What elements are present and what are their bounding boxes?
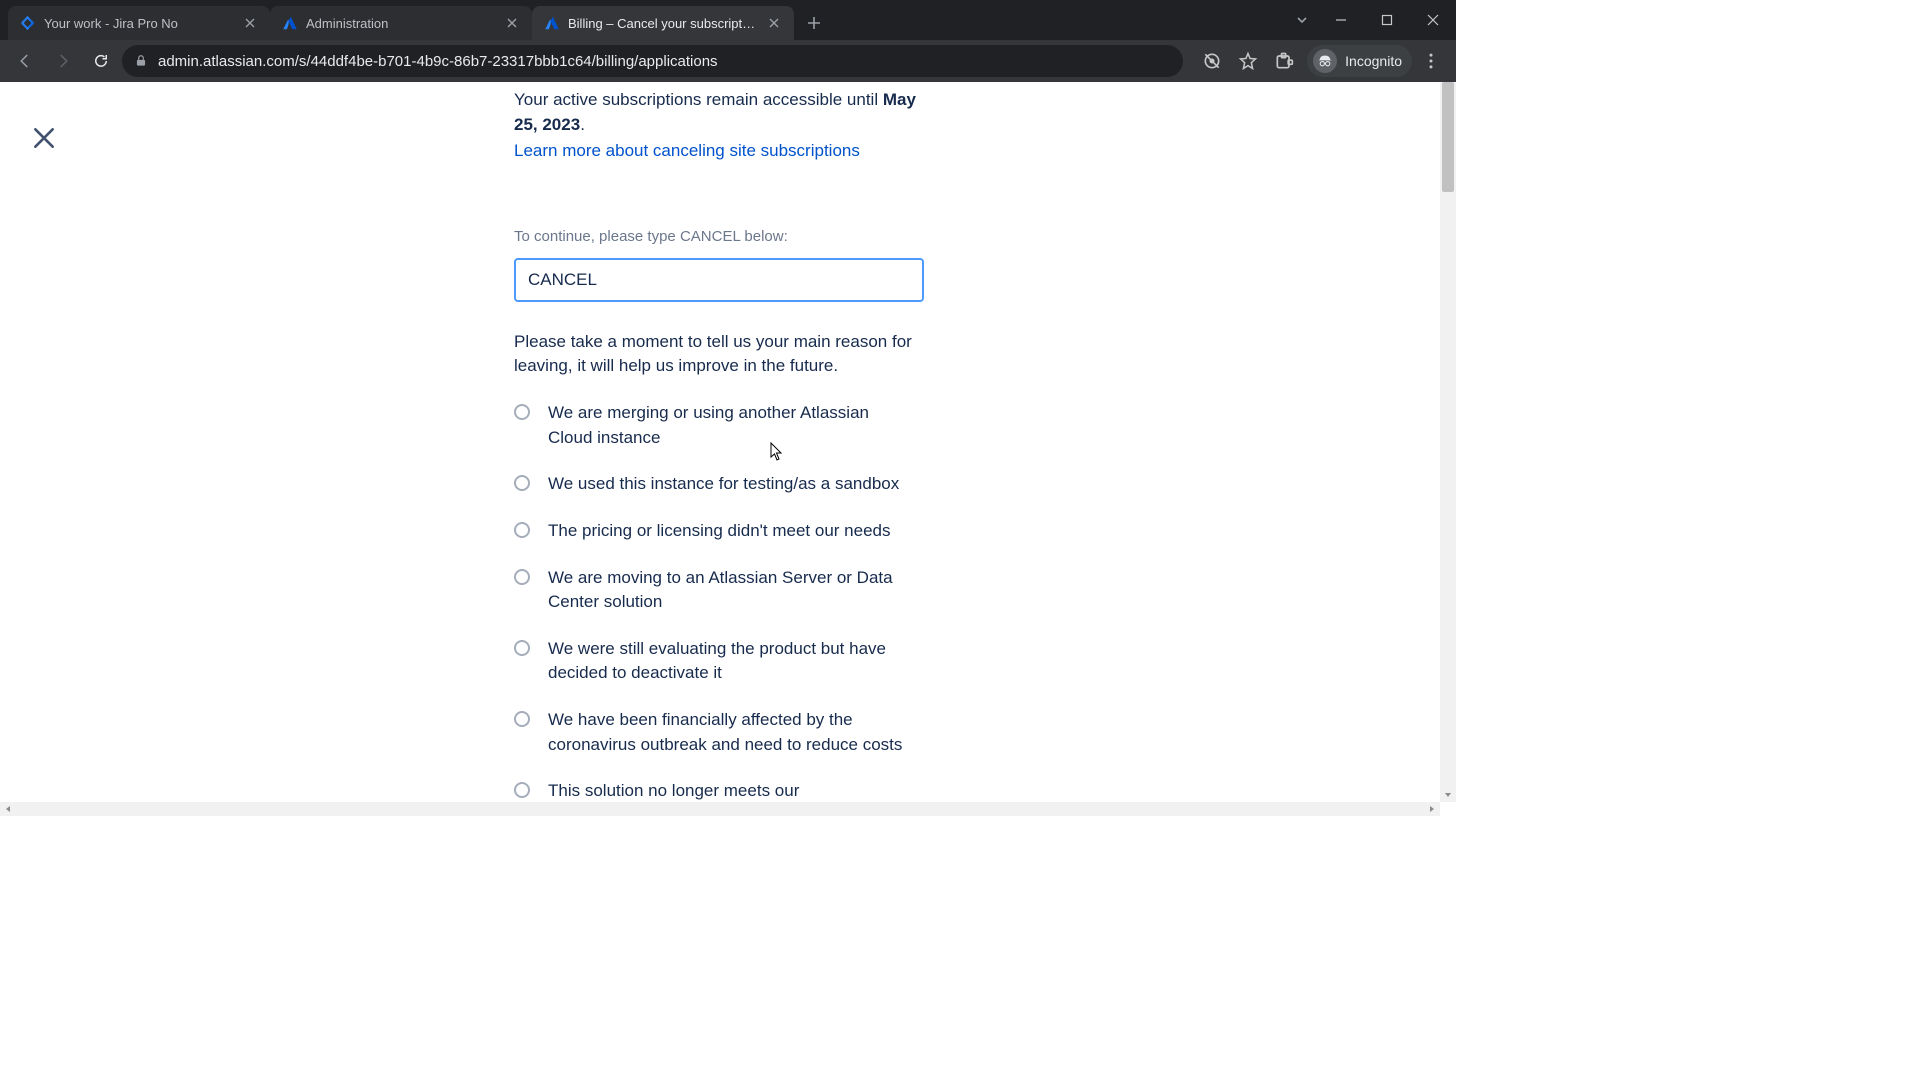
reason-label: We are merging or using another Atlassia… xyxy=(548,401,908,450)
tab-title: Your work - Jira Pro No xyxy=(44,16,234,31)
confirm-input[interactable] xyxy=(514,258,924,302)
reason-label: We used this instance for testing/as a s… xyxy=(548,472,899,497)
reason-option[interactable]: We have been financially affected by the… xyxy=(514,708,924,757)
incognito-indicator[interactable]: Incognito xyxy=(1307,45,1412,77)
browser-chrome: Your work - Jira Pro No Administration B… xyxy=(0,0,1456,82)
tab-close-icon[interactable] xyxy=(504,15,520,31)
nav-forward-button[interactable] xyxy=(46,44,80,78)
tab-administration[interactable]: Administration xyxy=(270,6,532,40)
intro-text: Your active subscriptions remain accessi… xyxy=(514,88,924,137)
tab-title: Billing – Cancel your subscription xyxy=(568,16,758,31)
lock-icon xyxy=(134,54,148,68)
url-input[interactable] xyxy=(158,53,1171,70)
incognito-icon xyxy=(1313,49,1337,73)
scroll-right-arrow-icon[interactable] xyxy=(1424,802,1440,816)
intro-prefix: Your active subscriptions remain accessi… xyxy=(514,90,883,109)
reason-label: We have been financially affected by the… xyxy=(548,708,908,757)
reason-option[interactable]: We used this instance for testing/as a s… xyxy=(514,472,924,497)
reason-option[interactable]: The pricing or licensing didn't meet our… xyxy=(514,519,924,544)
window-maximize-button[interactable] xyxy=(1364,3,1410,37)
radio-icon xyxy=(514,640,530,656)
scroll-down-arrow-icon[interactable] xyxy=(1440,788,1456,802)
browser-toolbar: Incognito xyxy=(0,40,1456,82)
vertical-scrollbar[interactable] xyxy=(1440,82,1456,802)
radio-icon xyxy=(514,475,530,491)
scrollbar-thumb[interactable] xyxy=(1442,82,1454,192)
radio-icon xyxy=(514,711,530,727)
radio-icon xyxy=(514,522,530,538)
tab-strip: Your work - Jira Pro No Administration B… xyxy=(0,0,1456,40)
tab-overflow-icon[interactable] xyxy=(1286,13,1318,27)
new-tab-button[interactable] xyxy=(800,9,828,37)
window-minimize-button[interactable] xyxy=(1318,3,1364,37)
confirm-label: To continue, please type CANCEL below: xyxy=(514,226,924,248)
window-close-button[interactable] xyxy=(1410,3,1456,37)
scroll-left-arrow-icon[interactable] xyxy=(0,802,16,816)
window-controls xyxy=(1286,0,1456,40)
reason-option[interactable]: We are moving to an Atlassian Server or … xyxy=(514,566,924,615)
reason-label: The pricing or licensing didn't meet our… xyxy=(548,519,891,544)
address-bar[interactable] xyxy=(122,45,1183,77)
reason-label: We are moving to an Atlassian Server or … xyxy=(548,566,908,615)
incognito-label: Incognito xyxy=(1345,53,1402,69)
learn-more-link[interactable]: Learn more about canceling site subscrip… xyxy=(514,139,860,164)
extensions-icon[interactable] xyxy=(1267,44,1301,78)
nav-back-button[interactable] xyxy=(8,44,42,78)
tab-close-icon[interactable] xyxy=(766,15,782,31)
atlassian-favicon-icon xyxy=(545,16,559,30)
reason-label: We were still evaluating the product but… xyxy=(548,637,908,686)
reason-option[interactable]: We were still evaluating the product but… xyxy=(514,637,924,686)
tab-title: Administration xyxy=(306,16,496,31)
dialog-close-button[interactable] xyxy=(26,120,62,156)
page-viewport: Your active subscriptions remain accessi… xyxy=(0,82,1456,816)
reason-prompt: Please take a moment to tell us your mai… xyxy=(514,330,924,379)
reason-option[interactable]: We are merging or using another Atlassia… xyxy=(514,401,924,450)
atlassian-favicon-icon xyxy=(283,16,297,30)
tracking-blocked-icon[interactable] xyxy=(1195,44,1229,78)
radio-icon xyxy=(514,782,530,798)
nav-reload-button[interactable] xyxy=(84,44,118,78)
bookmark-star-icon[interactable] xyxy=(1231,44,1265,78)
radio-icon xyxy=(514,404,530,420)
tab-jira[interactable]: Your work - Jira Pro No xyxy=(8,6,270,40)
intro-suffix: . xyxy=(580,115,585,134)
reason-radio-group: We are merging or using another Atlassia… xyxy=(514,401,924,816)
tab-close-icon[interactable] xyxy=(242,15,258,31)
kebab-menu-icon[interactable] xyxy=(1414,44,1448,78)
jira-favicon-icon xyxy=(20,15,36,31)
cancel-form: Your active subscriptions remain accessi… xyxy=(514,88,924,816)
horizontal-scrollbar[interactable] xyxy=(0,802,1440,816)
radio-icon xyxy=(514,569,530,585)
tab-billing-cancel[interactable]: Billing – Cancel your subscription xyxy=(532,6,794,40)
